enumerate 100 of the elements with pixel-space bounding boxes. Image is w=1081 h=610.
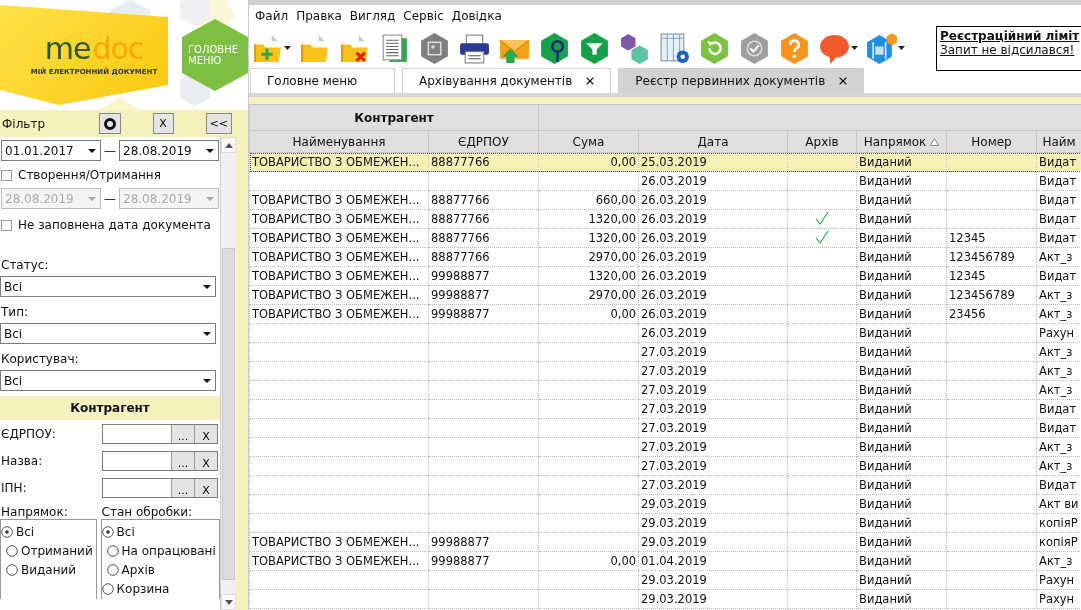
table-row[interactable]: 27.03.2019 Виданий Видат: [249, 475, 1081, 495]
dropdown[interactable]: Всі: [0, 323, 216, 344]
table-row[interactable]: 29.03.2019 Виданий Рахун: [249, 570, 1081, 590]
menu-item[interactable]: Файл: [253, 9, 295, 23]
scrollbar[interactable]: [220, 137, 236, 610]
table-cell: 2970,00: [538, 285, 639, 305]
table-row[interactable]: ТОВАРИСТВО З ОБМЕЖЕН... 88877766 660,00 26.03.2019 Виданий Видат: [249, 190, 1081, 210]
column-header[interactable]: Найменування: [249, 130, 429, 153]
table-row[interactable]: ТОВАРИСТВО З ОБМЕЖЕН... 99988877 29.03.2019 Виданий копіяР: [249, 532, 1081, 552]
input-field[interactable]: ... X: [102, 450, 218, 471]
table-row[interactable]: ТОВАРИСТВО З ОБМЕЖЕН... 99988877 1320,00 26.03.2019 Виданий 12345 Видат: [249, 266, 1081, 286]
scroll-down-icon[interactable]: [224, 599, 233, 605]
table-cell: Виданий: [856, 342, 947, 362]
hexagons-icon[interactable]: [618, 32, 651, 65]
menu-item[interactable]: Довідка: [449, 9, 508, 23]
request-link[interactable]: Запит не відсилався!: [940, 43, 1078, 57]
table-cell: 26.03.2019: [638, 190, 788, 210]
table-row[interactable]: 27.03.2019 Виданий Акт_з: [249, 380, 1081, 400]
date-select[interactable]: 28.08.2019: [119, 140, 219, 161]
table-row[interactable]: 27.03.2019 Виданий Акт_з: [249, 361, 1081, 381]
radio-label: Архів: [121, 562, 155, 577]
table-cell: 88877766: [428, 209, 539, 229]
radio-label: На опрацювані: [121, 543, 216, 558]
tab[interactable]: Головне меню: [250, 68, 395, 93]
table-row[interactable]: 29.03.2019 Виданий Рахун: [249, 589, 1081, 609]
radio-button[interactable]: [106, 544, 119, 557]
printer-icon[interactable]: [458, 32, 491, 65]
table-cell: 88877766: [428, 152, 539, 172]
dropdown[interactable]: Всі: [0, 370, 216, 391]
radio-button[interactable]: [1, 525, 13, 538]
group-label: Стан обробки:: [100, 505, 194, 519]
radio-button[interactable]: [6, 544, 18, 557]
table-cell: Виданий: [856, 399, 947, 419]
radio-button[interactable]: [106, 563, 119, 576]
clear-filter-button[interactable]: X: [152, 113, 174, 134]
table-row[interactable]: 27.03.2019 Виданий Акт_з: [249, 456, 1081, 476]
radio-label: Всі: [116, 524, 135, 539]
table-row[interactable]: 26.03.2019 Виданий Рахун: [249, 323, 1081, 343]
clear-button[interactable]: X: [194, 451, 217, 470]
table-row[interactable]: 27.03.2019 Виданий Акт_з: [249, 437, 1081, 457]
radio-button[interactable]: [6, 563, 18, 576]
table-cell: 0,00: [538, 304, 639, 324]
tab[interactable]: Архівування документів: [402, 68, 612, 93]
table-cell: 123456789: [946, 247, 1037, 267]
table-row[interactable]: 27.03.2019 Виданий Акт_з: [249, 342, 1081, 362]
table-cell: 2970,00: [538, 247, 639, 267]
field-label: ЄДРПОУ:: [1, 426, 57, 441]
column-header[interactable]: Дата: [638, 130, 788, 153]
table-cell: Виданий: [856, 228, 947, 248]
table-cell: Виданий: [856, 247, 947, 267]
caret-icon[interactable]: [284, 46, 291, 51]
input-field[interactable]: ... X: [102, 423, 218, 444]
clear-button[interactable]: X: [194, 424, 217, 443]
group-header: Контрагент: [249, 104, 539, 131]
table-cell: 0,00: [538, 152, 639, 172]
filter-icon[interactable]: [578, 32, 611, 65]
menu-item[interactable]: Сервіс: [401, 9, 450, 23]
scroll-up-icon[interactable]: [224, 142, 233, 148]
table-row[interactable]: 27.03.2019 Виданий Видат: [249, 418, 1081, 438]
settings-button[interactable]: [98, 113, 121, 134]
input-field[interactable]: ... X: [102, 477, 218, 498]
search-icon[interactable]: [538, 32, 571, 65]
browse-button[interactable]: ...: [171, 451, 194, 470]
table-cell: 26.03.2019: [638, 171, 788, 191]
field-label: ІПН:: [1, 480, 28, 495]
radio-button[interactable]: [101, 525, 114, 538]
table-settings-icon[interactable]: [658, 32, 691, 65]
table-cell: 1320,00: [538, 228, 639, 248]
browse-button[interactable]: ...: [171, 478, 194, 497]
clear-button[interactable]: X: [194, 478, 217, 497]
caret-icon[interactable]: [851, 46, 858, 51]
menu-item[interactable]: Правка: [294, 9, 348, 23]
table-cell: Виданий: [856, 171, 947, 191]
tab[interactable]: Реєстр первинних документів: [618, 68, 865, 93]
table-row[interactable]: ТОВАРИСТВО З ОБМЕЖЕН... 88877766 1320,00 26.03.2019 Виданий 12345 Видат: [249, 228, 1081, 248]
check-hexagon-icon[interactable]: [738, 32, 771, 65]
table-row[interactable]: ТОВАРИСТВО З ОБМЕЖЕН... 88877766 2970,00 26.03.2019 Виданий 123456789 Акт_з: [249, 247, 1081, 267]
menu-item[interactable]: Вигляд: [347, 9, 402, 23]
archive-icon[interactable]: [418, 32, 451, 65]
checkbox[interactable]: [1, 169, 12, 181]
table-row[interactable]: 29.03.2019 Виданий Акт ви: [249, 494, 1081, 514]
table-row[interactable]: ТОВАРИСТВО З ОБМЕЖЕН... 99988877 0,00 01.04.2019 Виданий Акт_з: [249, 551, 1081, 571]
table-row[interactable]: ТОВАРИСТВО З ОБМЕЖЕН... 99988877 0,00 26.03.2019 Виданий 23456 Акт_з: [249, 304, 1081, 324]
checkbox[interactable]: [1, 219, 12, 231]
table-cell: Виданий: [856, 494, 947, 514]
table-cell: 26.03.2019: [638, 247, 788, 267]
table-row[interactable]: ТОВАРИСТВО З ОБМЕЖЕН... 88877766 1320,00 26.03.2019 Виданий Видат: [249, 209, 1081, 229]
radio-button[interactable]: [101, 582, 114, 595]
table-row[interactable]: 27.03.2019 Виданий Видат: [249, 399, 1081, 419]
table-cell: ТОВАРИСТВО З ОБМЕЖЕН...: [249, 152, 429, 172]
table-cell: Виданий: [856, 475, 947, 495]
table-cell: 29.03.2019: [638, 589, 788, 609]
collapse-button[interactable]: <<: [205, 113, 232, 134]
date-select[interactable]: 01.01.2017: [1, 140, 101, 161]
dropdown[interactable]: Всі: [0, 276, 216, 297]
caret-icon[interactable]: [898, 46, 905, 51]
table-row[interactable]: ТОВАРИСТВО З ОБМЕЖЕН... 99988877 2970,00 26.03.2019 Виданий 123456789 Акт_з: [249, 285, 1081, 305]
table-cell: 26.03.2019: [638, 228, 788, 248]
table-row[interactable]: 29.03.2019 Виданий копіяР: [249, 513, 1081, 533]
browse-button[interactable]: ...: [171, 424, 194, 443]
